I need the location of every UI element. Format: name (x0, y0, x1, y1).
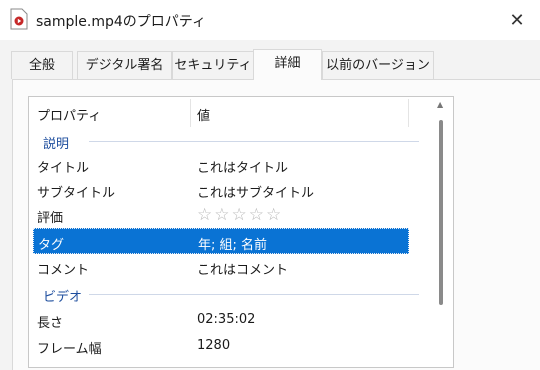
list-item-tags[interactable]: タグ 年; 組; 名前 (33, 228, 409, 254)
list-item-rating[interactable]: 評価 ☆☆☆☆☆ (29, 202, 409, 228)
property-value[interactable]: これはサブタイトル (197, 182, 314, 201)
property-name: コメント (37, 263, 90, 278)
tab-previous-versions[interactable]: 以前のバージョン (322, 51, 434, 79)
list-header: プロパティ 値 (29, 97, 409, 129)
property-value[interactable]: 年; 組; 名前 (198, 234, 267, 253)
close-icon: ✕ (509, 9, 525, 31)
tab-general[interactable]: 全般 (11, 51, 73, 79)
tab-security[interactable]: セキュリティ (172, 51, 254, 79)
star-rating-icon[interactable]: ☆☆☆☆☆ (197, 205, 283, 225)
column-header-value[interactable]: 値 (197, 105, 210, 124)
property-name: 長さ (37, 316, 64, 331)
property-value: 02:35:02 (197, 312, 256, 327)
group-divider (89, 141, 419, 142)
column-header-property[interactable]: プロパティ (37, 105, 101, 124)
group-label: ビデオ (43, 290, 83, 305)
column-divider[interactable] (408, 99, 409, 127)
title-bar: sample.mp4のプロパティ ✕ (0, 0, 540, 40)
tab-details[interactable]: 詳細 (253, 49, 322, 80)
property-value[interactable]: これはタイトル (197, 157, 288, 176)
property-name: フレーム幅 (37, 342, 102, 357)
column-divider[interactable] (190, 99, 191, 127)
group-header-video[interactable]: ビデオ (29, 281, 419, 307)
list-item-comment[interactable]: コメント これはコメント (29, 254, 409, 280)
property-name: 評価 (37, 211, 64, 226)
group-header-description[interactable]: 説明 (29, 128, 419, 154)
property-value: 1280 (197, 338, 231, 353)
property-list[interactable]: プロパティ 値 説明 タイトル これはタイトル サブタイトル これはサブタイトル… (28, 96, 454, 368)
vertical-scrollbar[interactable] (439, 120, 443, 305)
window-title: sample.mp4のプロパティ (36, 14, 206, 30)
property-name: サブタイトル (37, 186, 116, 201)
list-item-frame-width[interactable]: フレーム幅 1280 (29, 333, 409, 359)
tab-strip: 全般 デジタル署名 セキュリティ 詳細 以前のバージョン (0, 49, 540, 80)
video-file-icon (10, 8, 28, 30)
list-item-title[interactable]: タイトル これはタイトル (29, 152, 409, 178)
list-item-subtitle[interactable]: サブタイトル これはサブタイトル (29, 177, 409, 203)
list-item-length[interactable]: 長さ 02:35:02 (29, 307, 409, 333)
scroll-up-arrow-icon[interactable]: ▲ (437, 101, 445, 109)
group-label: 説明 (43, 137, 70, 152)
tab-digital-signature[interactable]: デジタル署名 (77, 51, 172, 79)
property-value[interactable]: これはコメント (197, 259, 288, 278)
property-name: タグ (38, 238, 65, 253)
group-divider (89, 294, 419, 295)
property-name: タイトル (37, 161, 90, 176)
close-button[interactable]: ✕ (494, 0, 540, 40)
